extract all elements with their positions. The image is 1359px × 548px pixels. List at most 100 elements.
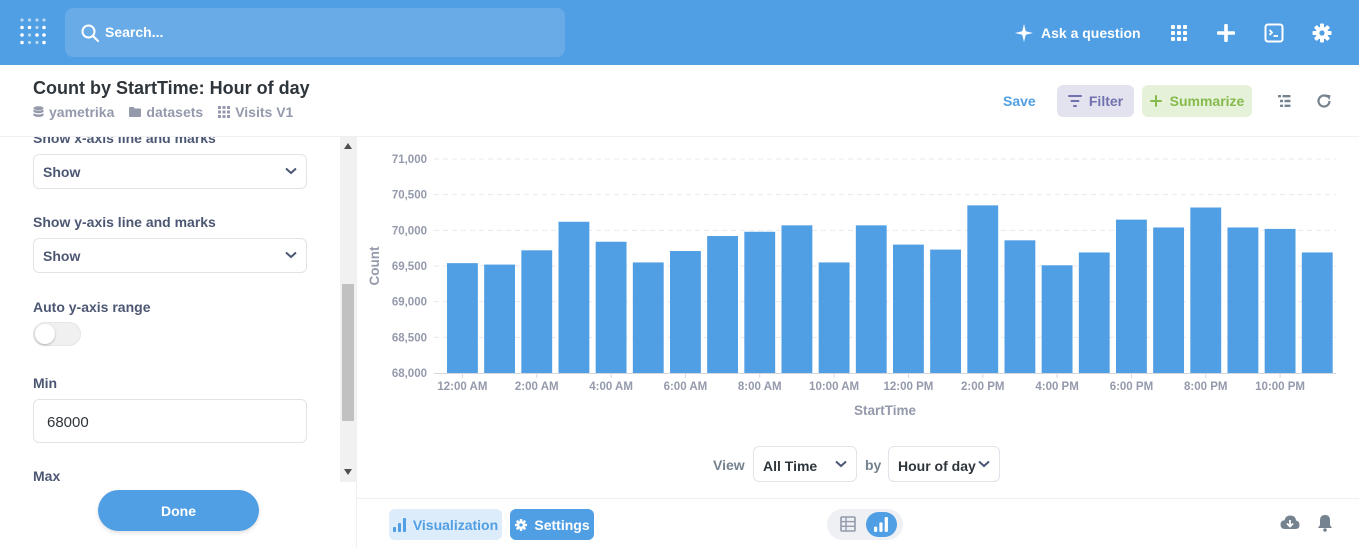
x-tick-label: 2:00 AM [515,381,559,393]
search-icon [81,24,100,43]
x-tick-label: 12:00 PM [883,381,933,393]
bar-chart: 68,000 68,500 69,000 69,500 70,000 70,500 71,0… [367,154,1336,418]
top-nav-bar: Search... Ask a question [0,0,1359,65]
chart-bar[interactable] [1004,240,1036,373]
time-grouping-select[interactable]: Hour of day [888,446,1000,482]
question-footer: Visualization Settings [357,498,1359,548]
chart-bar[interactable] [521,250,553,373]
scroll-up-arrow-icon[interactable] [344,143,352,149]
x-axis-setting-label: Show x-axis line and marks [33,137,216,146]
y-tick-label: 68,000 [392,368,427,380]
min-label: Min [33,375,58,391]
chart-bar[interactable] [595,241,627,373]
gear-icon[interactable] [1311,22,1333,44]
sql-editor-icon[interactable] [1263,22,1285,44]
min-input[interactable]: 68000 [33,399,307,443]
table-grid-icon [218,106,231,118]
sparkle-icon [1015,24,1033,42]
chart-bar[interactable] [1190,207,1222,373]
bar-chart-icon [874,517,888,532]
metabase-logo-icon[interactable] [19,17,47,47]
breadcrumb: yametrika datasets Visits V1 [33,104,308,120]
x-tick-label: 6:00 PM [1110,381,1153,393]
chart-bar[interactable] [632,262,664,373]
chart-settings-sidebar: Show x-axis line and marks Show Show y-a… [0,137,357,548]
breadcrumb-table[interactable]: Visits V1 [218,104,293,120]
folder-icon [129,107,142,117]
chart-bar[interactable] [1264,228,1296,373]
chart-bar[interactable] [930,249,962,373]
search-placeholder: Search... [105,24,164,40]
question-header: Count by StartTime: Hour of day yametrik… [0,65,1359,137]
x-tick-label: 6:00 AM [664,381,708,393]
notebook-editor-icon[interactable] [1275,92,1293,110]
y-axis-setting-label: Show y-axis line and marks [33,214,216,230]
chart-bar[interactable] [781,225,813,373]
x-axis-select-value: Show [43,164,81,180]
chart-bar[interactable] [1116,219,1147,373]
grid-browse-icon[interactable] [1168,22,1190,44]
auto-range-toggle[interactable] [33,322,81,346]
chart-bar[interactable] [893,244,924,373]
chart-bar[interactable] [1153,227,1185,373]
y-tick-label: 69,500 [392,261,427,273]
chart-view-toggle[interactable] [866,512,897,537]
settings-button[interactable]: Settings [510,509,594,540]
filter-button[interactable]: Filter [1057,85,1134,117]
chart-bar[interactable] [484,264,516,373]
chart-bar[interactable] [707,236,739,373]
breadcrumb-collection[interactable]: datasets [129,104,203,120]
download-cloud-icon[interactable] [1280,514,1300,532]
summarize-button[interactable]: Summarize [1142,85,1252,117]
chart-bar[interactable] [447,263,478,373]
max-label: Max [33,468,61,484]
chart-bar[interactable] [1227,227,1259,373]
visualization-button[interactable]: Visualization [389,509,502,540]
chevron-down-icon [835,460,847,468]
time-period-select[interactable]: All Time [753,446,857,482]
y-tick-label: 69,000 [392,297,427,309]
bell-alert-icon[interactable] [1317,514,1333,532]
x-tick-label: 2:00 PM [961,381,1004,393]
scroll-down-arrow-icon[interactable] [344,469,352,475]
chart-bar[interactable] [744,231,776,373]
y-tick-label: 68,500 [392,332,427,344]
x-tick-label: 4:00 AM [589,381,633,393]
chevron-down-icon [285,167,297,175]
ask-question-button[interactable]: Ask a question [1015,22,1141,44]
chart-area: 68,000 68,500 69,000 69,500 70,000 70,500 71,0… [357,137,1359,498]
save-button[interactable]: Save [1003,93,1036,109]
gear-icon [515,518,528,531]
y-tick-label: 70,000 [392,225,427,237]
y-axis-select-value: Show [43,248,81,264]
chart-bar[interactable] [855,225,887,373]
x-axis-select[interactable]: Show [33,154,307,189]
chevron-down-icon [978,460,990,468]
chart-bar[interactable] [1301,252,1333,373]
by-label: by [865,457,882,473]
bar-chart-icon [392,517,406,532]
chart-bar[interactable] [1041,265,1073,373]
y-axis-select[interactable]: Show [33,238,307,273]
view-label: View [713,457,745,473]
x-tick-label: 10:00 AM [809,381,859,393]
table-view-icon[interactable] [840,516,856,532]
chart-bar[interactable] [818,262,850,373]
x-tick-label: 4:00 PM [1035,381,1078,393]
chart-bar[interactable] [558,221,590,373]
y-tick-label: 71,000 [392,154,427,166]
breadcrumb-database-label: yametrika [49,104,115,120]
sidebar-scrollbar-thumb[interactable] [342,284,354,421]
x-tick-label: 10:00 PM [1255,381,1305,393]
search-bar[interactable]: Search... [65,8,565,57]
done-button[interactable]: Done [98,490,259,531]
chevron-down-icon [285,251,297,259]
breadcrumb-database[interactable]: yametrika [33,104,114,120]
refresh-icon[interactable] [1315,92,1333,110]
chart-bar[interactable] [1078,252,1110,373]
plus-icon[interactable] [1215,22,1237,44]
chart-bar[interactable] [670,251,701,373]
app-window: Search... Ask a question Count by StartT… [0,0,1359,548]
x-axis-title: StartTime [854,403,917,418]
chart-bar[interactable] [967,205,999,373]
